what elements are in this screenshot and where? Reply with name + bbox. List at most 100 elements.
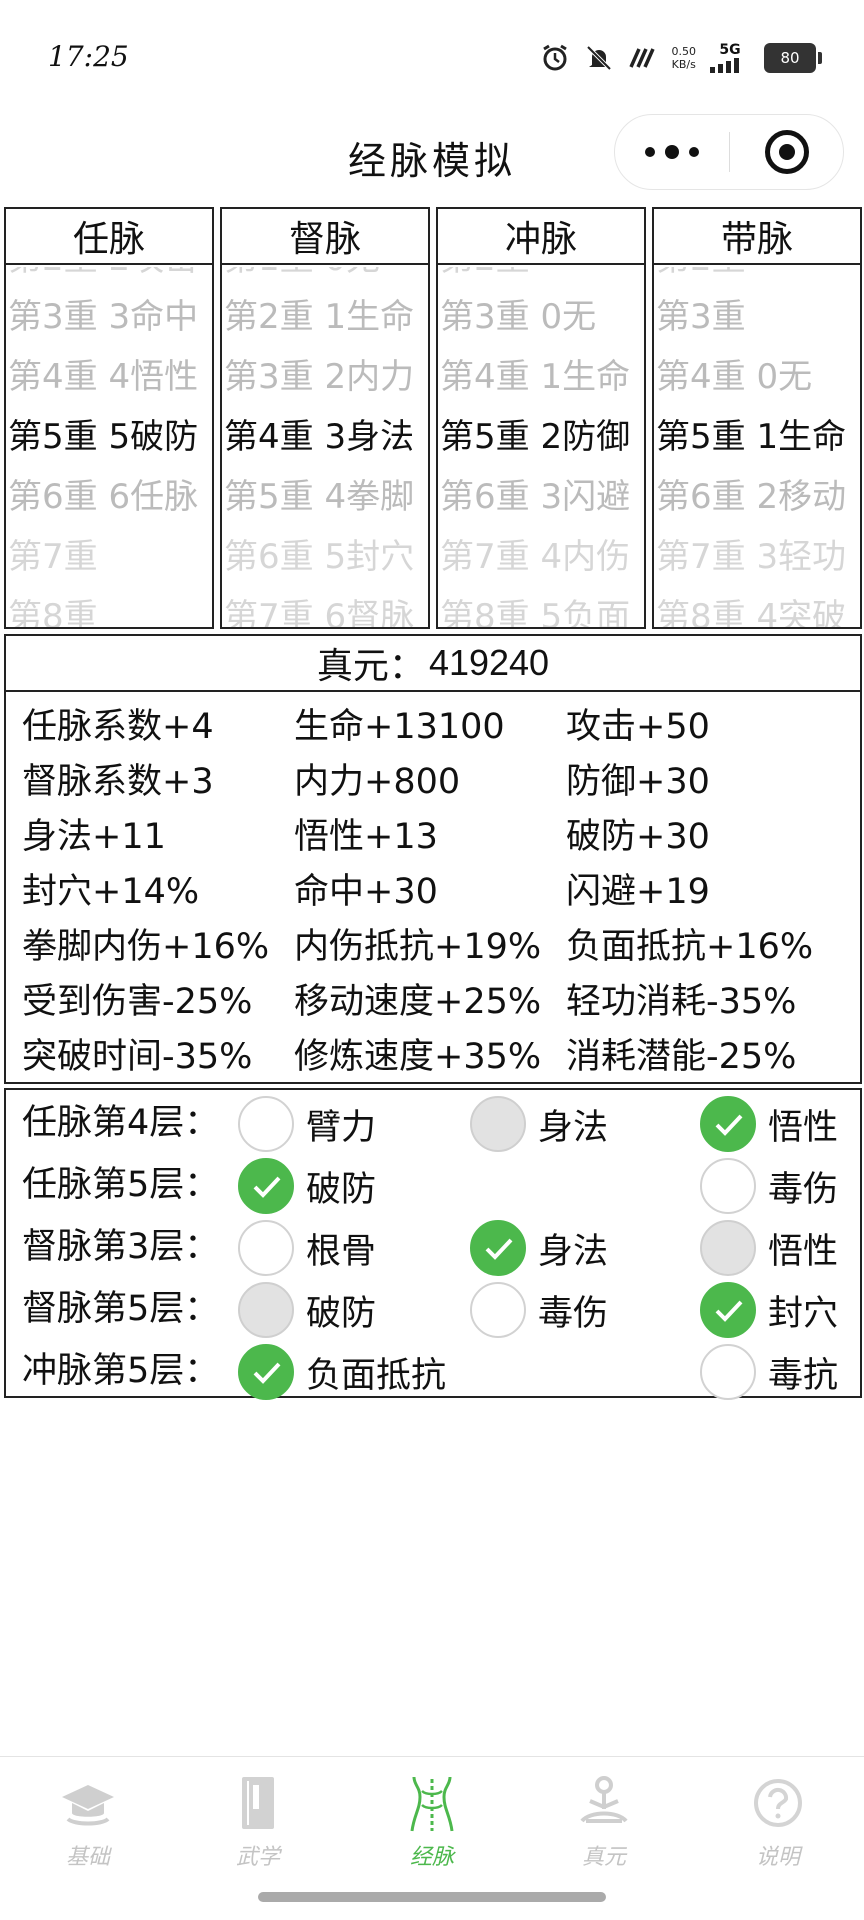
picker-option[interactable]: 第7重 4内伤	[440, 527, 644, 587]
picker-option[interactable]: 第6重 3闪避	[440, 467, 644, 527]
check-icon	[253, 1176, 281, 1198]
picker-dumai[interactable]: 督脉 第1重 0无 第2重 1生命 第3重 2内力 第4重 3身法 第5重 4拳…	[220, 207, 430, 629]
stat-value: 身法+11	[22, 817, 166, 857]
stat-value: 生命+13100	[294, 707, 505, 747]
option-checkbox[interactable]	[470, 1220, 526, 1276]
check-icon	[485, 1238, 513, 1260]
picker-option[interactable]: 第7重 3轻功	[656, 527, 860, 587]
layer-label: 督脉第3层：	[22, 1227, 220, 1267]
option-label[interactable]: 毒伤	[768, 1162, 838, 1218]
picker-option[interactable]: 第3重	[656, 287, 860, 347]
stat-value: 轻功消耗-35%	[566, 982, 797, 1022]
option-checkbox[interactable]	[238, 1220, 294, 1276]
picker-option[interactable]: 第7重	[8, 527, 212, 587]
picker-option[interactable]: 第2重	[656, 267, 860, 289]
layer-option-row: 督脉第3层： 根骨 身法 悟性	[6, 1220, 864, 1280]
nfc-icon	[628, 48, 655, 68]
bottom-tab-bar: 基础 武学 经脉 真元 说明	[0, 1756, 864, 1906]
picker-option[interactable]: 第8重 5负面	[440, 587, 644, 627]
option-label[interactable]: 根骨	[306, 1224, 376, 1280]
meditation-icon	[580, 1776, 628, 1823]
picker-option[interactable]: 第2重	[440, 267, 644, 289]
option-label[interactable]: 身法	[538, 1224, 608, 1280]
tab-basic[interactable]: 基础	[28, 1771, 148, 1881]
stats-panel: 真元： 419240 任脉系数+4 生命+13100 攻击+50 督脉系数+3 内…	[4, 634, 862, 1084]
tab-meridian[interactable]: 经脉	[372, 1771, 492, 1881]
picker-option-selected[interactable]: 第5重 5破防	[8, 407, 212, 467]
picker-header: 冲脉	[438, 209, 644, 265]
picker-option[interactable]: 第3重 0无	[440, 287, 644, 347]
option-label[interactable]: 臂力	[306, 1100, 376, 1156]
stat-value: 受到伤害-25%	[22, 982, 253, 1022]
option-label[interactable]: 破防	[306, 1162, 376, 1218]
picker-option[interactable]: 第3重 3命中	[8, 287, 212, 347]
stat-value: 修炼速度+35%	[294, 1037, 542, 1077]
signal-5g: 5G	[710, 43, 750, 73]
tab-zhenyuan[interactable]: 真元	[544, 1771, 664, 1881]
picker-wheel[interactable]: 第2重 2攻击 第3重 3命中 第4重 4悟性 第5重 5破防 第6重 6任脉 …	[6, 267, 212, 627]
option-label[interactable]: 身法	[538, 1100, 608, 1156]
home-indicator[interactable]	[258, 1892, 606, 1902]
check-icon	[253, 1362, 281, 1384]
option-label[interactable]: 封穴	[768, 1286, 838, 1342]
mini-program-capsule	[614, 114, 844, 190]
option-checkbox	[700, 1220, 756, 1276]
picker-option[interactable]: 第2重 2攻击	[8, 267, 212, 289]
option-checkbox[interactable]	[238, 1096, 294, 1152]
option-label[interactable]: 毒伤	[538, 1286, 608, 1342]
picker-option[interactable]: 第2重 1生命	[224, 287, 428, 347]
option-checkbox	[238, 1282, 294, 1338]
option-checkbox[interactable]	[700, 1096, 756, 1152]
stat-value: 封穴+14%	[22, 872, 200, 912]
picker-option[interactable]: 第4重 0无	[656, 347, 860, 407]
picker-option-selected[interactable]: 第5重 1生命	[656, 407, 860, 467]
picker-wheel[interactable]: 第2重 第3重 第4重 0无 第5重 1生命 第6重 2移动 第7重 3轻功 第…	[654, 267, 860, 627]
picker-wheel[interactable]: 第2重 第3重 0无 第4重 1生命 第5重 2防御 第6重 3闪避 第7重 4…	[438, 267, 644, 627]
picker-option[interactable]: 第8重	[8, 587, 212, 627]
picker-chongmai[interactable]: 冲脉 第2重 第3重 0无 第4重 1生命 第5重 2防御 第6重 3闪避 第7…	[436, 207, 646, 629]
picker-option[interactable]: 第4重 4悟性	[8, 347, 212, 407]
close-button[interactable]	[730, 115, 843, 189]
option-label[interactable]: 悟性	[768, 1100, 838, 1156]
tab-martial[interactable]: 武学	[198, 1771, 318, 1881]
picker-option[interactable]: 第8重 4突破	[656, 587, 860, 627]
stat-value: 内伤抵抗+19%	[294, 927, 542, 967]
option-checkbox[interactable]	[700, 1344, 756, 1400]
option-checkbox[interactable]	[470, 1282, 526, 1338]
more-button[interactable]	[615, 115, 729, 189]
tab-label: 真元	[581, 1845, 626, 1870]
option-checkbox[interactable]	[238, 1344, 294, 1400]
picker-option[interactable]: 第7重 6督脉	[224, 587, 428, 627]
option-checkbox[interactable]	[700, 1282, 756, 1338]
picker-option[interactable]: 第6重 5封穴	[224, 527, 428, 587]
status-icons: 0.50 KB/s 5G 80	[540, 38, 822, 78]
zhenyuan-total: 真元： 419240	[6, 636, 860, 692]
meridian-pickers: 任脉 第2重 2攻击 第3重 3命中 第4重 4悟性 第5重 5破防 第6重 6…	[4, 207, 862, 629]
picker-option-selected[interactable]: 第4重 3身法	[224, 407, 428, 467]
signal-bars-icon	[710, 58, 739, 73]
picker-wheel[interactable]: 第1重 0无 第2重 1生命 第3重 2内力 第4重 3身法 第5重 4拳脚 第…	[222, 267, 428, 627]
picker-option[interactable]: 第4重 1生命	[440, 347, 644, 407]
option-checkbox[interactable]	[700, 1158, 756, 1214]
option-label[interactable]: 破防	[306, 1286, 376, 1342]
picker-option[interactable]: 第6重 6任脉	[8, 467, 212, 527]
battery-icon: 80	[764, 43, 822, 73]
picker-option-selected[interactable]: 第5重 2防御	[440, 407, 644, 467]
picker-option[interactable]: 第1重 0无	[224, 267, 428, 289]
tab-help[interactable]: 说明	[718, 1771, 838, 1881]
status-time: 17:25	[48, 40, 129, 73]
layer-option-row: 督脉第5层： 破防 毒伤 封穴	[6, 1282, 864, 1342]
picker-option[interactable]: 第3重 2内力	[224, 347, 428, 407]
option-checkbox[interactable]	[238, 1158, 294, 1214]
option-label[interactable]: 悟性	[768, 1224, 838, 1280]
option-label[interactable]: 负面抵抗	[306, 1348, 446, 1404]
picker-daimai[interactable]: 带脉 第2重 第3重 第4重 0无 第5重 1生命 第6重 2移动 第7重 3轻…	[652, 207, 862, 629]
layer-label: 任脉第4层：	[22, 1103, 220, 1143]
option-label[interactable]: 毒抗	[768, 1348, 838, 1404]
layer-option-row: 冲脉第5层： 负面抵抗 毒抗	[6, 1344, 864, 1404]
picker-option[interactable]: 第6重 2移动	[656, 467, 860, 527]
picker-option[interactable]: 第5重 4拳脚	[224, 467, 428, 527]
title-bar: 经脉模拟	[0, 110, 864, 200]
picker-renmai[interactable]: 任脉 第2重 2攻击 第3重 3命中 第4重 4悟性 第5重 5破防 第6重 6…	[4, 207, 214, 629]
book-icon	[242, 1777, 274, 1829]
